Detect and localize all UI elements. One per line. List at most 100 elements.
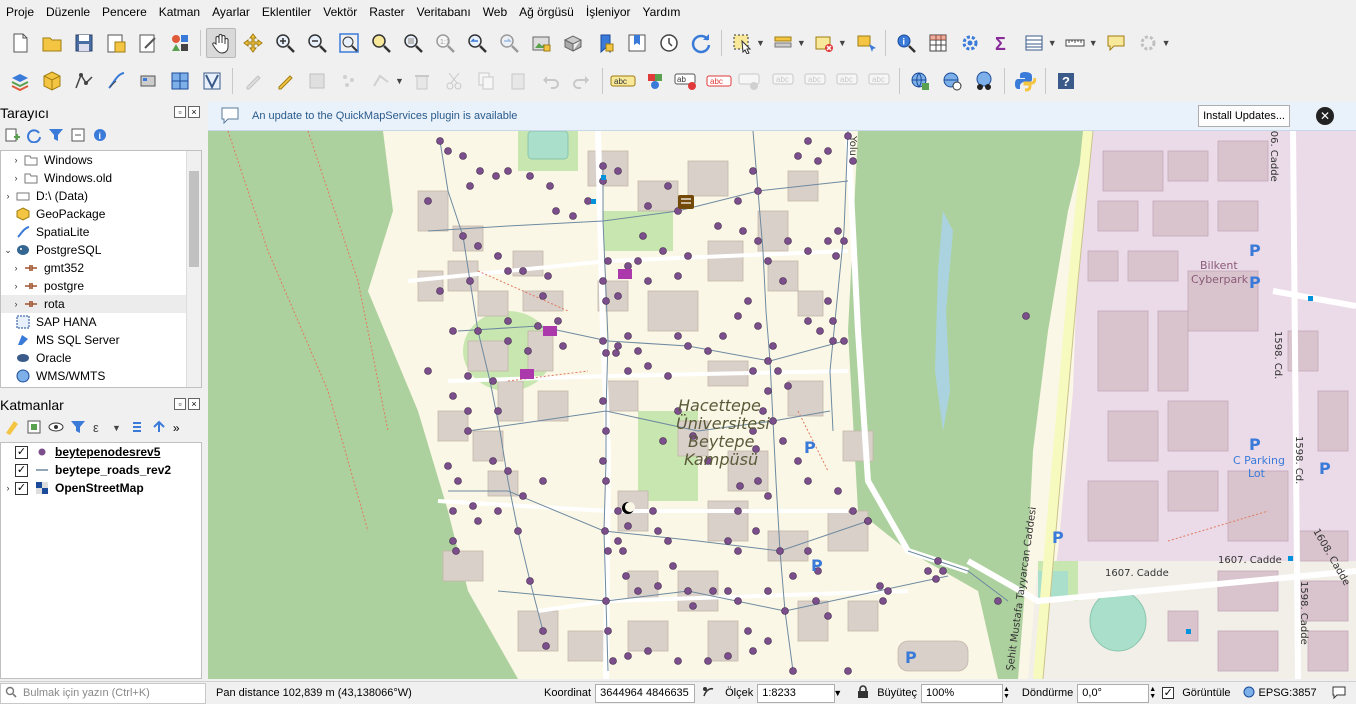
browser-item[interactable]: › gmt352: [1, 259, 187, 277]
menu-item-10[interactable]: Ağ örgüsü: [513, 0, 580, 24]
menu-item-0[interactable]: Proje: [0, 0, 40, 24]
save-project-icon[interactable]: [69, 28, 99, 58]
menu-item-7[interactable]: Raster: [363, 0, 410, 24]
redo-icon[interactable]: [567, 66, 597, 96]
chevron-down-icon[interactable]: ▼: [1089, 38, 1098, 48]
close-panel-icon[interactable]: ×: [188, 106, 200, 118]
zoom-out-icon[interactable]: [302, 28, 332, 58]
chevron-down-icon[interactable]: ▼: [1048, 38, 1057, 48]
layer-item[interactable]: ✓ beytepenodesrev5: [1, 443, 201, 461]
browser-item[interactable]: Oracle: [1, 349, 187, 367]
settings-gear-icon[interactable]: [1133, 28, 1163, 58]
zoom-next-icon[interactable]: [494, 28, 524, 58]
menu-item-2[interactable]: Pencere: [96, 0, 153, 24]
select-by-value-icon[interactable]: [768, 28, 798, 58]
temporal-controller-icon[interactable]: [654, 28, 684, 58]
map-svg[interactable]: Hacettepe Üniversitesi Beytepe Kampüsü B…: [208, 131, 1356, 679]
edit-pencil-icon[interactable]: [238, 66, 268, 96]
label-move-icon[interactable]: [736, 66, 766, 96]
chevron-down-icon[interactable]: ▼: [395, 76, 404, 86]
toggle-editing-icon[interactable]: [270, 66, 300, 96]
close-message-icon[interactable]: ✕: [1316, 107, 1334, 125]
table-icon[interactable]: [1019, 28, 1049, 58]
zoom-to-layer-icon[interactable]: [398, 28, 428, 58]
new-virtual-layer-icon[interactable]: [133, 66, 163, 96]
close-panel-icon[interactable]: ×: [188, 398, 200, 410]
add-feature-icon[interactable]: [334, 66, 364, 96]
filter-icon[interactable]: [48, 127, 64, 146]
copy-icon[interactable]: [471, 66, 501, 96]
browser-item[interactable]: ⌄ PostgreSQL: [1, 241, 187, 259]
pan-to-selection-icon[interactable]: [238, 28, 268, 58]
menu-item-1[interactable]: Düzenle: [40, 0, 96, 24]
menu-item-11[interactable]: İşleniyor: [580, 0, 637, 24]
chevron-down-icon[interactable]: ▼: [1162, 38, 1171, 48]
menu-item-9[interactable]: Web: [477, 0, 513, 24]
measure-line-icon[interactable]: [1060, 28, 1090, 58]
chevron-down-icon[interactable]: ⌄: [1, 245, 15, 256]
chevron-down-icon[interactable]: ▼: [833, 688, 849, 698]
chevron-down-icon[interactable]: ▼: [797, 38, 806, 48]
bookmark-icon[interactable]: [590, 28, 620, 58]
refresh-icon[interactable]: [686, 28, 716, 58]
style-icon[interactable]: [4, 419, 20, 438]
label-tool-icon[interactable]: abc: [608, 66, 638, 96]
chevron-down-icon[interactable]: ▼: [756, 38, 765, 48]
locator-search-input[interactable]: Bulmak için yazın (Ctrl+K): [0, 682, 206, 704]
map-canvas[interactable]: Hacettepe Üniversitesi Beytepe Kampüsü B…: [208, 131, 1356, 679]
add-wms-layer-icon[interactable]: [905, 66, 935, 96]
chevron-right-icon[interactable]: ›: [1, 191, 15, 201]
chevron-right-icon[interactable]: ›: [9, 155, 23, 165]
save-edits-icon[interactable]: [302, 66, 332, 96]
chevron-right-icon[interactable]: ›: [9, 281, 23, 291]
layer-visibility-checkbox[interactable]: ✓: [15, 445, 28, 459]
chevron-right-icon[interactable]: ›: [9, 299, 23, 309]
data-source-manager-icon[interactable]: [5, 66, 35, 96]
visibility-icon[interactable]: [48, 419, 64, 438]
new-map-view-icon[interactable]: [526, 28, 556, 58]
new-grid-icon[interactable]: [165, 66, 195, 96]
processing-toolbox-icon[interactable]: [955, 28, 985, 58]
more-icon[interactable]: »: [173, 421, 180, 435]
refresh-icon[interactable]: [26, 127, 42, 146]
new-geopackage-icon[interactable]: [37, 66, 67, 96]
layer-item[interactable]: ✓ beytepe_roads_rev2: [1, 461, 201, 479]
browser-item[interactable]: › Windows: [1, 151, 187, 169]
float-panel-icon[interactable]: ▫: [174, 106, 186, 118]
python-console-icon[interactable]: [1010, 66, 1040, 96]
new-project-icon[interactable]: [5, 28, 35, 58]
new-3d-view-icon[interactable]: [558, 28, 588, 58]
browser-scrollbar[interactable]: [186, 151, 201, 387]
collapse-all-icon[interactable]: [70, 127, 86, 146]
paste-icon[interactable]: [503, 66, 533, 96]
magnifier-field[interactable]: 100%: [920, 683, 1003, 703]
zoom-in-icon[interactable]: [270, 28, 300, 58]
statistics-icon[interactable]: Σ: [987, 28, 1017, 58]
chevron-down-icon[interactable]: ▼: [838, 38, 847, 48]
float-panel-icon[interactable]: ▫: [174, 398, 186, 410]
rotation-field[interactable]: 0,0°: [1077, 683, 1150, 703]
filter-legend-icon[interactable]: [70, 419, 86, 438]
layer-item[interactable]: › ✓ OpenStreetMap: [1, 479, 201, 497]
menu-item-3[interactable]: Katman: [153, 0, 206, 24]
diagram-tool-icon[interactable]: [640, 66, 670, 96]
show-bookmarks-icon[interactable]: [622, 28, 652, 58]
style-manager-icon[interactable]: [165, 28, 195, 58]
attribute-table-icon[interactable]: [923, 28, 953, 58]
zoom-to-selection-icon[interactable]: [366, 28, 396, 58]
open-project-icon[interactable]: [37, 28, 67, 58]
add-wfs-layer-icon[interactable]: [937, 66, 967, 96]
label-highlight-icon[interactable]: abc: [704, 66, 734, 96]
messages-icon[interactable]: [1331, 685, 1347, 702]
label-properties-icon[interactable]: abc: [864, 66, 894, 96]
browser-item[interactable]: GeoPackage: [1, 205, 187, 223]
chevron-right-icon[interactable]: ›: [9, 173, 23, 183]
browser-item[interactable]: SAP HANA: [1, 313, 187, 331]
menu-item-8[interactable]: Veritabanı: [411, 0, 477, 24]
browser-item[interactable]: › D:\ (Data): [1, 187, 187, 205]
label-change-icon[interactable]: abc: [832, 66, 862, 96]
vertex-tool-icon[interactable]: [366, 66, 396, 96]
install-updates-button[interactable]: Install Updates...: [1198, 105, 1290, 127]
label-show-icon[interactable]: abc: [768, 66, 798, 96]
expression-filter-icon[interactable]: ε: [92, 419, 108, 438]
